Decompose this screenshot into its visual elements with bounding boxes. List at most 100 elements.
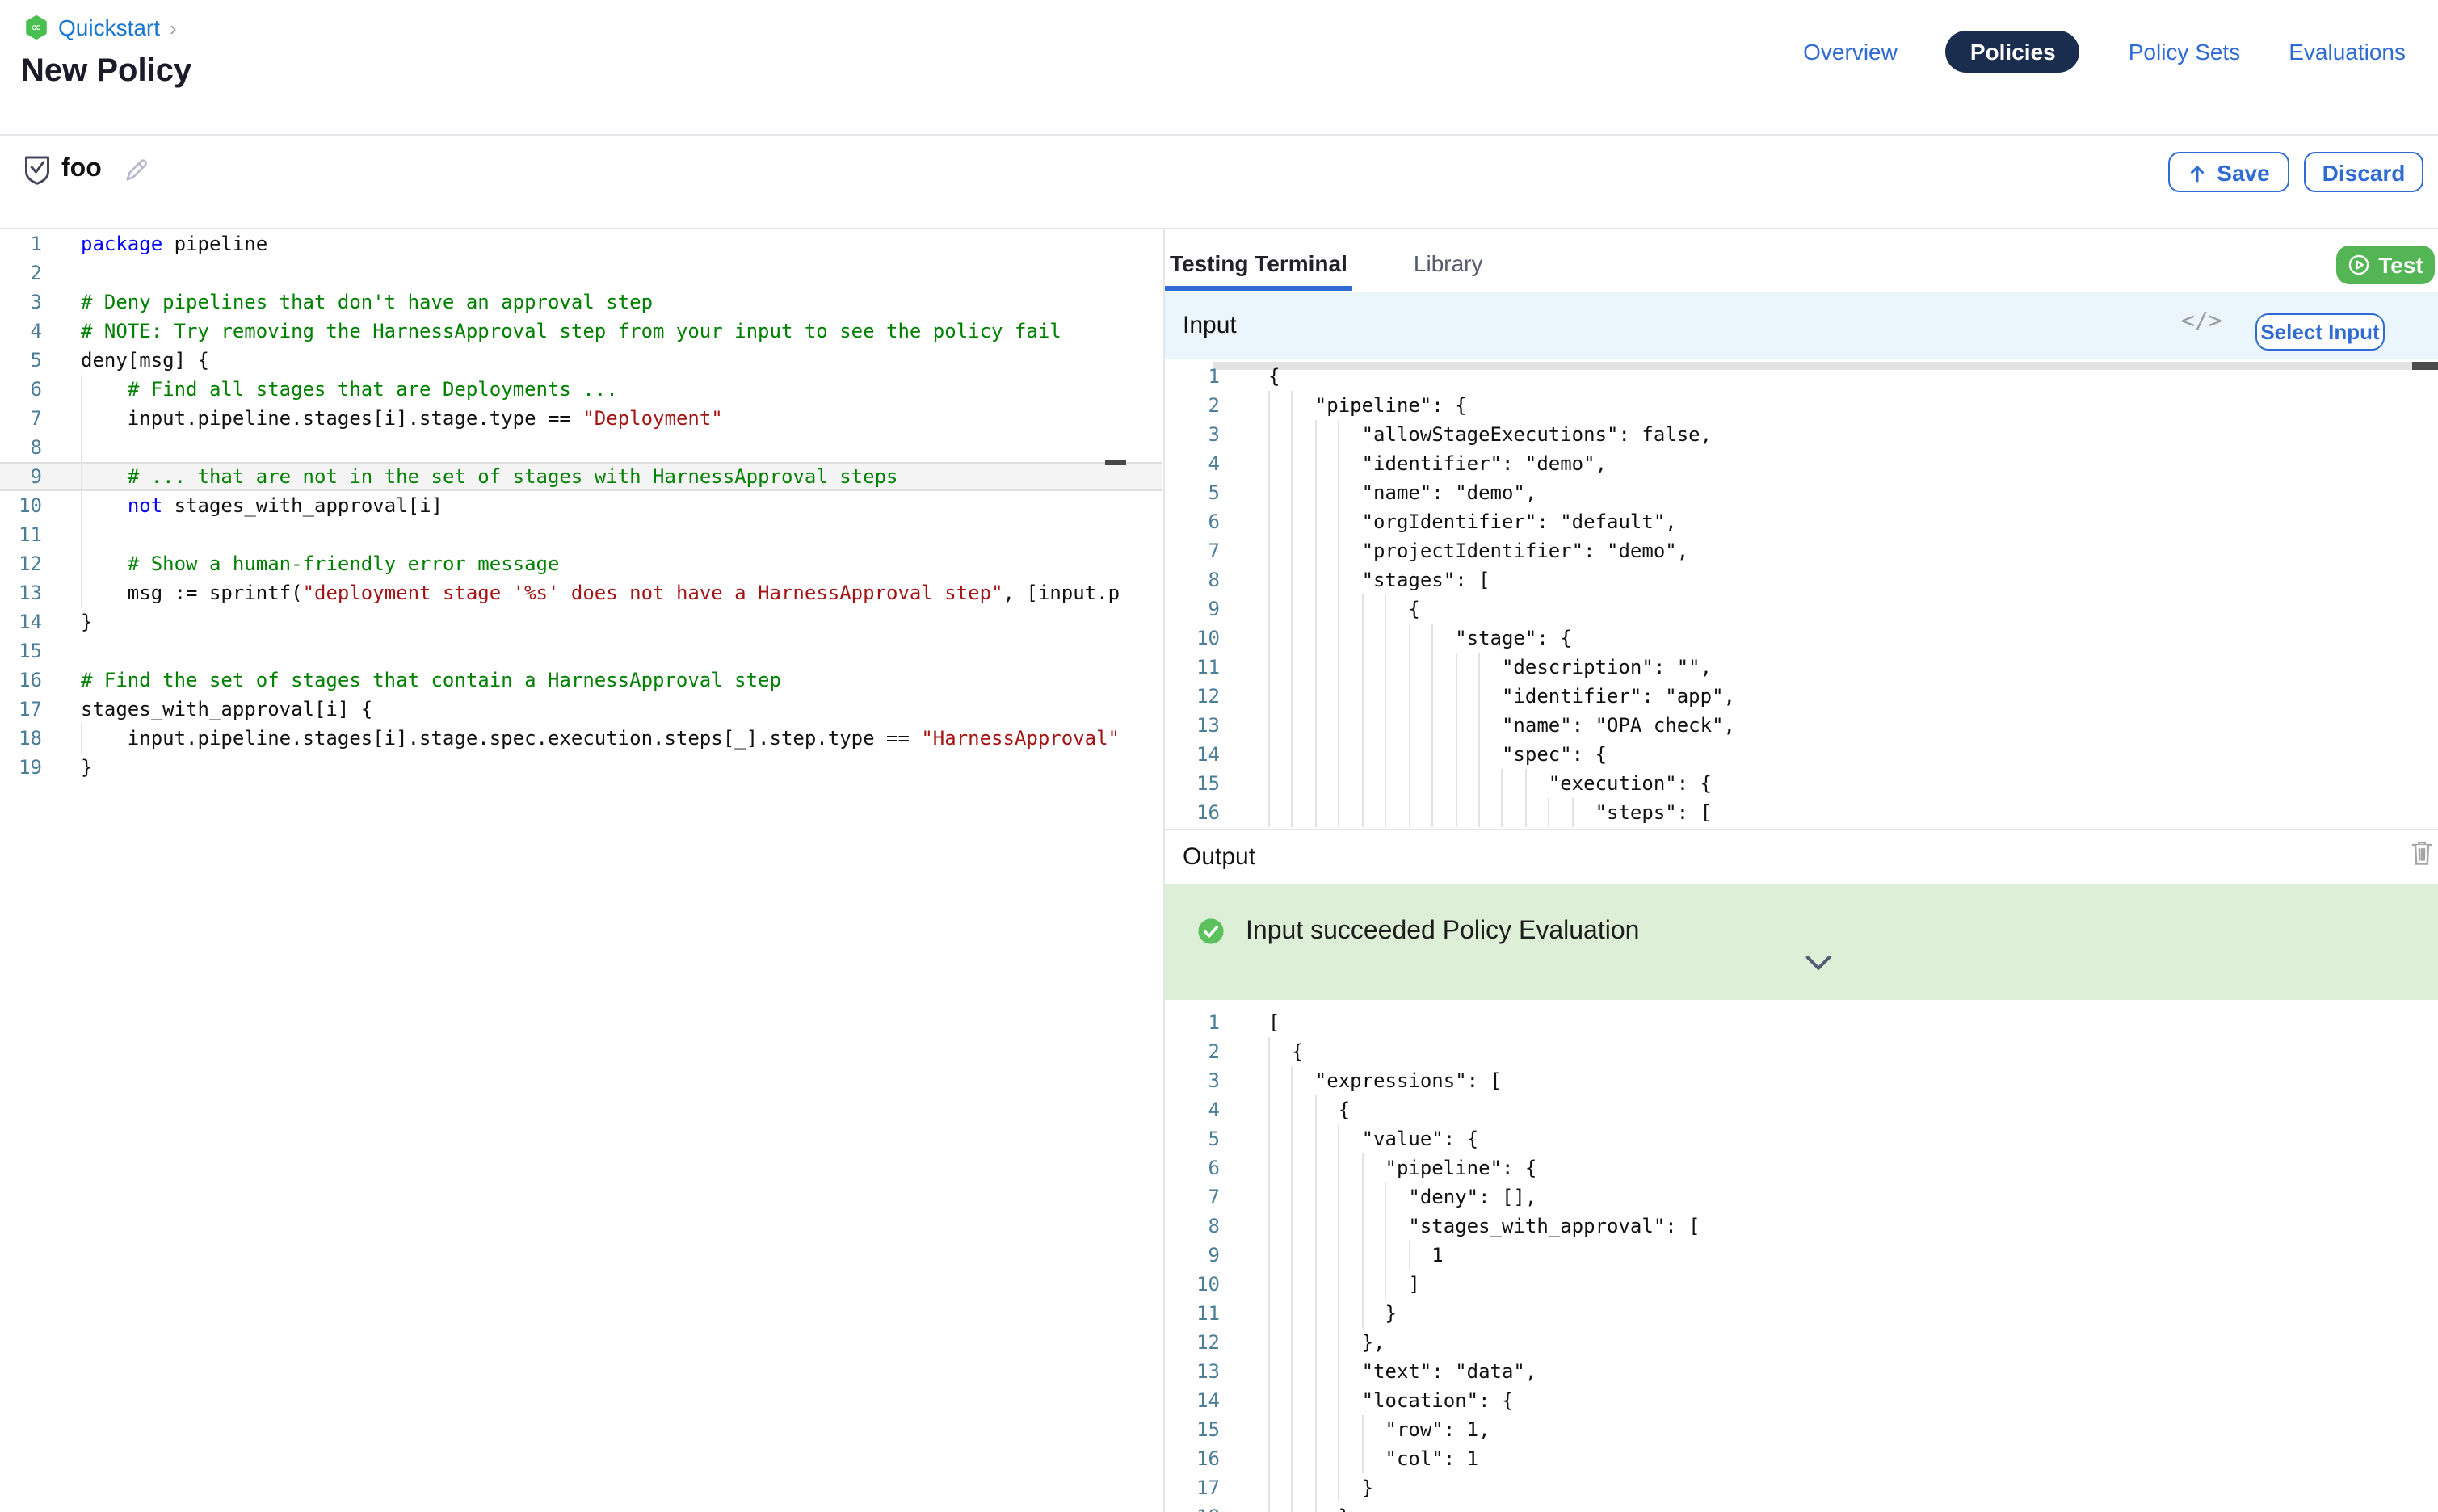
indent-guide	[1315, 653, 1317, 682]
indent-guide	[1268, 1444, 1270, 1473]
code-view-icon[interactable]: </>	[2181, 309, 2222, 334]
indent-guide	[1502, 769, 1503, 798]
input-json-editor[interactable]: 1{2 "pipeline": {3 "allowStageExecutions…	[1165, 362, 2438, 829]
indent-guide	[1408, 740, 1410, 769]
indent-guide	[1292, 798, 1293, 827]
line-number: 2	[1165, 1037, 1220, 1066]
line-number: 11	[0, 520, 42, 549]
indent-guide	[1339, 478, 1340, 507]
indent-guide	[81, 433, 82, 462]
code-line: 15	[0, 636, 1162, 666]
indent-guide	[1478, 682, 1480, 711]
indent-guide	[1339, 1241, 1340, 1270]
breadcrumb-project-link[interactable]: Quickstart	[58, 15, 160, 40]
indent-guide	[1315, 478, 1317, 507]
indent-guide	[1268, 1212, 1270, 1241]
indent-guide	[1385, 682, 1386, 711]
indent-guide	[1431, 740, 1433, 769]
indent-guide	[1339, 798, 1340, 827]
indent-guide	[1339, 769, 1340, 798]
indent-guide	[1455, 653, 1456, 682]
nav-item-overview[interactable]: Overview	[1803, 39, 1898, 65]
indent-guide	[1339, 1473, 1340, 1502]
line-number: 15	[0, 636, 42, 666]
indent-guide	[81, 520, 82, 549]
save-button[interactable]: Save	[2168, 152, 2289, 192]
indent-guide	[1362, 798, 1364, 827]
indent-guide	[1292, 1066, 1293, 1095]
code-line: 1[	[1165, 1008, 2438, 1037]
indent-guide	[1292, 624, 1293, 653]
indent-guide	[1339, 420, 1340, 449]
nav-item-policy-sets[interactable]: Policy Sets	[2129, 39, 2241, 65]
code-line: 3 "allowStageExecutions": false,	[1165, 420, 2438, 449]
indent-guide	[1478, 798, 1480, 827]
code-line: 2 "pipeline": {	[1165, 391, 2438, 420]
line-number: 18	[0, 724, 42, 753]
edit-pencil-icon[interactable]	[123, 157, 150, 184]
indent-guide	[1292, 1095, 1293, 1124]
svg-text:∞: ∞	[31, 19, 42, 35]
tab-testing-terminal[interactable]: Testing Terminal	[1165, 250, 1352, 291]
indent-guide	[1339, 1357, 1340, 1386]
select-input-button[interactable]: Select Input	[2255, 313, 2385, 351]
line-content: "orgIdentifier": "default",	[1268, 507, 1677, 536]
line-number: 2	[0, 258, 42, 288]
indent-guide	[1362, 682, 1364, 711]
line-content: {	[1268, 1037, 1303, 1066]
line-number: 11	[1165, 653, 1220, 682]
indent-guide	[1339, 594, 1340, 624]
indent-guide	[1339, 449, 1340, 478]
line-content: "value": {	[1268, 1124, 1478, 1153]
code-line: 14 "location": {	[1165, 1386, 2438, 1415]
code-line: 7 "projectIdentifier": "demo",	[1165, 536, 2438, 565]
code-line: 13 "text": "data",	[1165, 1357, 2438, 1386]
line-content: # Find the set of stages that contain a …	[81, 666, 781, 695]
code-line: 12 "identifier": "app",	[1165, 682, 2438, 711]
code-line: 16 "steps": [	[1165, 798, 2438, 827]
line-content: }	[81, 607, 92, 636]
nav-item-evaluations[interactable]: Evaluations	[2289, 39, 2406, 65]
line-content: msg := sprintf("deployment stage '%s' do…	[81, 578, 1120, 607]
indent-guide	[1315, 507, 1317, 536]
trash-icon[interactable]	[2411, 840, 2433, 866]
line-number: 17	[0, 695, 42, 724]
test-button[interactable]: Test	[2336, 246, 2435, 284]
indent-guide	[1292, 1299, 1293, 1328]
terminal-tabs: Testing Terminal Library	[1165, 239, 1488, 291]
code-line: 9 # ... that are not in the set of stage…	[0, 462, 1162, 491]
line-number: 17	[1165, 1473, 1220, 1502]
line-number: 15	[1165, 769, 1220, 798]
line-number: 12	[1165, 1328, 1220, 1357]
code-line: 11	[0, 520, 1162, 549]
line-number: 7	[1165, 1182, 1220, 1212]
indent-guide	[1292, 1415, 1293, 1444]
indent-guide	[1268, 1386, 1270, 1415]
nav-item-policies[interactable]: Policies	[1946, 31, 2080, 73]
indent-guide	[1268, 1095, 1270, 1124]
line-content: input.pipeline.stages[i].stage.spec.exec…	[81, 724, 1120, 753]
indent-guide	[1315, 1124, 1317, 1153]
indent-guide	[1362, 740, 1364, 769]
indent-guide	[1362, 1270, 1364, 1299]
chevron-down-icon[interactable]	[1805, 955, 1832, 971]
line-number: 8	[1165, 1212, 1220, 1241]
indent-guide	[1339, 682, 1340, 711]
indent-guide	[1268, 1182, 1270, 1212]
policy-code-editor[interactable]: 1package pipeline23# Deny pipelines that…	[0, 229, 1162, 782]
code-line: 14}	[0, 607, 1162, 636]
indent-guide	[1292, 1270, 1293, 1299]
tab-library[interactable]: Library	[1409, 250, 1488, 291]
indent-guide	[1385, 1182, 1386, 1212]
editor-scroll-dash[interactable]	[1105, 460, 1126, 465]
code-line: 5 "value": {	[1165, 1124, 2438, 1153]
output-json-editor[interactable]: 1[2 {3 "expressions": [4 {5 "value": {6 …	[1165, 1008, 2438, 1512]
indent-guide	[1292, 536, 1293, 565]
code-line: 11 "description": "",	[1165, 653, 2438, 682]
indent-guide	[1431, 711, 1433, 740]
code-line: 7 input.pipeline.stages[i].stage.type ==…	[0, 404, 1162, 433]
line-content: "spec": {	[1268, 740, 1607, 769]
discard-button[interactable]: Discard	[2304, 152, 2423, 192]
indent-guide	[1268, 1066, 1270, 1095]
indent-guide	[1292, 1502, 1293, 1512]
